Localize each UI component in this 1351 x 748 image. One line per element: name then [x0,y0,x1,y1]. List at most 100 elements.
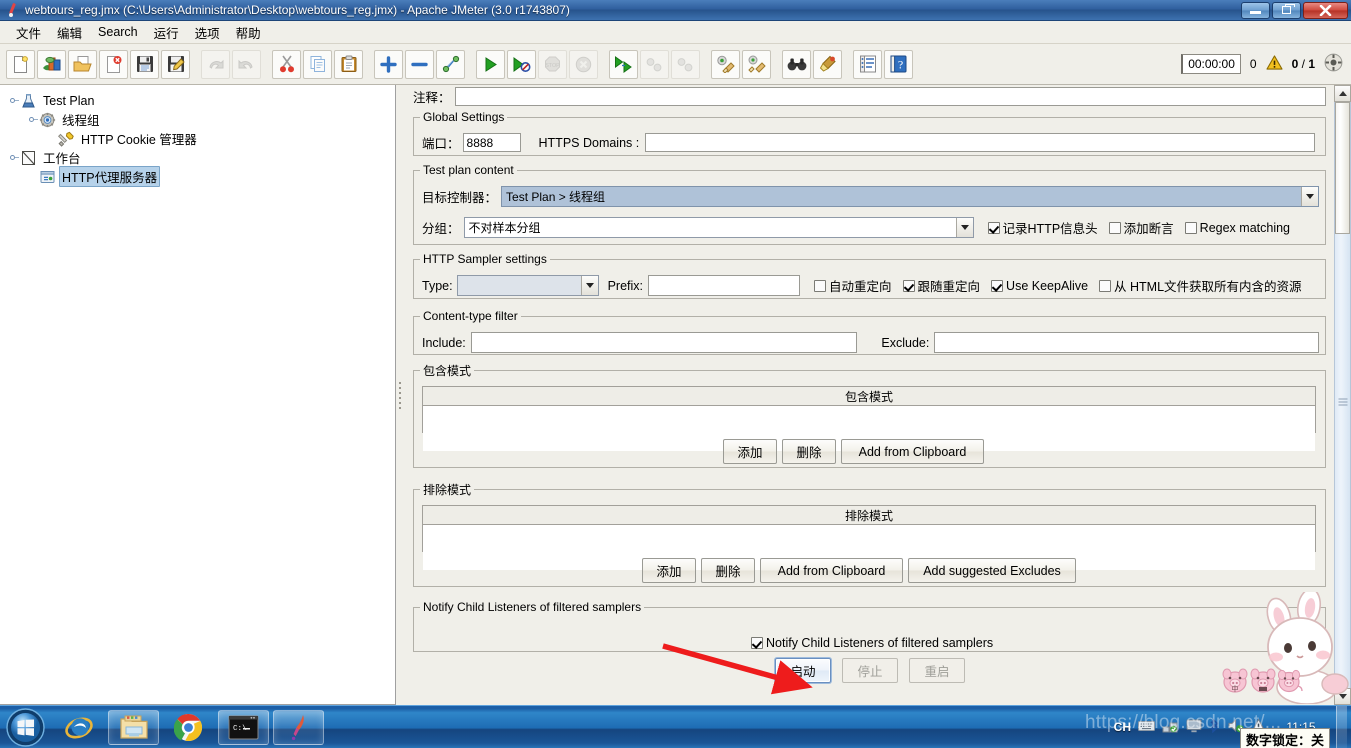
test-plan-tree-panel[interactable]: Test Plan 线程组 HTTP Cookie 管理器 工作台 HTTP代理… [0,85,396,705]
ime-pig-toolbar[interactable]: 中 [1222,668,1304,697]
taskbar-file-explorer[interactable] [108,709,159,745]
http-sampler-settings-legend: HTTP Sampler settings [423,252,547,266]
save-icon[interactable] [130,49,159,79]
menu-file[interactable]: 文件 [8,20,49,45]
expand-all-icon[interactable] [374,49,403,79]
toggle-icon[interactable] [436,49,465,79]
notify-child-listeners-checkbox[interactable]: Notify Child Listeners of filtered sampl… [751,636,993,650]
exclude-filter-input[interactable] [934,332,1319,353]
collapse-all-icon[interactable] [405,49,434,79]
follow-redirects-checkbox[interactable]: 跟随重定向 [902,276,980,295]
include-filter-input[interactable] [470,332,858,353]
scrollbar-thumb[interactable] [1335,102,1350,234]
retrieve-embedded-resources-checkbox[interactable]: 从 HTML文件获取所有内含的资源 [1099,276,1302,295]
threads-separator: / [1301,57,1305,71]
clear-icon[interactable] [711,49,740,79]
clear-all-icon[interactable] [742,49,771,79]
pig-toolbox-icon[interactable] [1277,668,1304,697]
capture-http-headers-checkbox[interactable]: 记录HTTP信息头 [987,218,1098,237]
grouping-label: 分组： [422,222,460,236]
tree-node-thread-group[interactable]: 线程组 [6,110,395,129]
comment-input[interactable] [454,87,1326,106]
redirect-automatically-checkbox[interactable]: 自动重定向 [814,276,892,295]
scroll-up-button[interactable] [1334,85,1351,102]
menu-options[interactable]: 选项 [187,20,228,45]
help-icon[interactable]: ? [884,49,913,79]
chevron-down-icon[interactable] [955,218,973,237]
search-binoculars-icon[interactable] [782,49,811,79]
start-icon[interactable] [476,49,505,79]
taskbar-google-chrome[interactable] [163,710,214,745]
include-add-button[interactable]: 添加 [723,439,777,464]
exclude-add-button[interactable]: 添加 [642,558,696,583]
target-controller-combo[interactable]: Test Plan > 线程组 [501,186,1319,207]
notify-child-listeners-group: Notify Child Listeners of filtered sampl… [413,600,1326,652]
new-file-icon[interactable] [6,49,35,79]
remote-engines-icon[interactable] [1324,53,1343,75]
start-remote-icon[interactable] [609,49,638,79]
chevron-down-icon[interactable] [580,276,598,295]
menu-help[interactable]: 帮助 [228,20,269,45]
keyboard-icon[interactable] [1138,719,1155,735]
content-scrollbar[interactable] [1334,85,1351,705]
expand-handle-icon[interactable] [8,152,19,163]
taskbar-internet-explorer[interactable] [53,710,104,745]
num-lock-tooltip: 数字锁定：关 [1240,728,1331,748]
expand-handle-icon[interactable] [27,114,38,125]
bluetooth-icon[interactable] [1209,718,1221,736]
function-helper-icon[interactable] [853,49,882,79]
https-domains-input[interactable] [645,133,1316,152]
windows-start-orb-icon[interactable] [2,707,49,747]
restore-button[interactable] [1272,1,1301,19]
tree-node-test-plan[interactable]: Test Plan [6,91,395,110]
warning-triangle-icon[interactable] [1266,55,1283,73]
save-as-icon[interactable] [161,49,190,79]
pig-punctuation-icon[interactable] [1250,668,1276,697]
open-folder-icon[interactable] [68,49,97,79]
tree-node-http-cookie-manager[interactable]: HTTP Cookie 管理器 [6,129,395,148]
add-suggested-excludes-button[interactable]: Add suggested Excludes [908,558,1076,583]
chevron-down-icon[interactable] [1301,187,1318,206]
redirect-automatically-label: 自动重定向 [829,280,892,294]
network-icon[interactable] [1162,718,1179,736]
include-delete-button[interactable]: 删除 [782,439,836,464]
exclude-add-from-clipboard-button[interactable]: Add from Clipboard [760,558,903,583]
tree-node-workbench[interactable]: 工作台 [6,148,395,167]
menu-run[interactable]: 运行 [146,20,187,45]
scroll-down-button[interactable] [1334,688,1351,705]
exclude-delete-button[interactable]: 删除 [701,558,755,583]
checkbox-box [751,637,763,649]
taskbar-jmeter[interactable] [273,709,324,745]
exclude-patterns-table[interactable]: 排除模式 [422,505,1316,570]
expand-handle-icon[interactable] [8,95,19,106]
minimize-button[interactable] [1241,1,1270,19]
start-proxy-button[interactable]: 启动 [775,658,831,683]
tree-node-http-proxy-server[interactable]: HTTP代理服务器 [6,166,395,187]
paste-icon[interactable] [334,49,363,79]
display-icon[interactable] [1186,719,1202,736]
port-input[interactable] [462,133,521,152]
start-no-timers-icon[interactable] [507,49,536,79]
templates-icon[interactable] [37,49,66,79]
copy-icon[interactable] [303,49,332,79]
reset-search-icon[interactable] [813,49,842,79]
include-patterns-table[interactable]: 包含模式 [422,386,1316,451]
regex-matching-checkbox[interactable]: Regex matching [1184,221,1290,235]
cut-icon[interactable] [272,49,301,79]
grouping-combo[interactable]: 不对样本分组 [463,217,974,238]
close-button[interactable] [1303,1,1348,19]
add-assertions-checkbox[interactable]: 添加断言 [1108,218,1174,237]
prefix-input[interactable] [648,275,801,296]
close-file-icon[interactable] [99,49,128,79]
menu-edit[interactable]: 编辑 [49,20,90,45]
menu-search[interactable]: Search [90,22,146,42]
pig-chinese-icon[interactable]: 中 [1222,668,1248,697]
include-add-from-clipboard-button[interactable]: Add from Clipboard [841,439,984,464]
type-combo[interactable] [456,275,599,296]
ime-language-indicator[interactable]: CH [1114,720,1131,734]
show-desktop-button[interactable] [1336,705,1347,748]
scrollbar-track[interactable] [1334,102,1351,688]
use-keepalive-checkbox[interactable]: Use KeepAlive [991,279,1088,293]
panel-splitter[interactable] [396,85,405,705]
taskbar-command-prompt[interactable]: C:\ [218,709,269,745]
